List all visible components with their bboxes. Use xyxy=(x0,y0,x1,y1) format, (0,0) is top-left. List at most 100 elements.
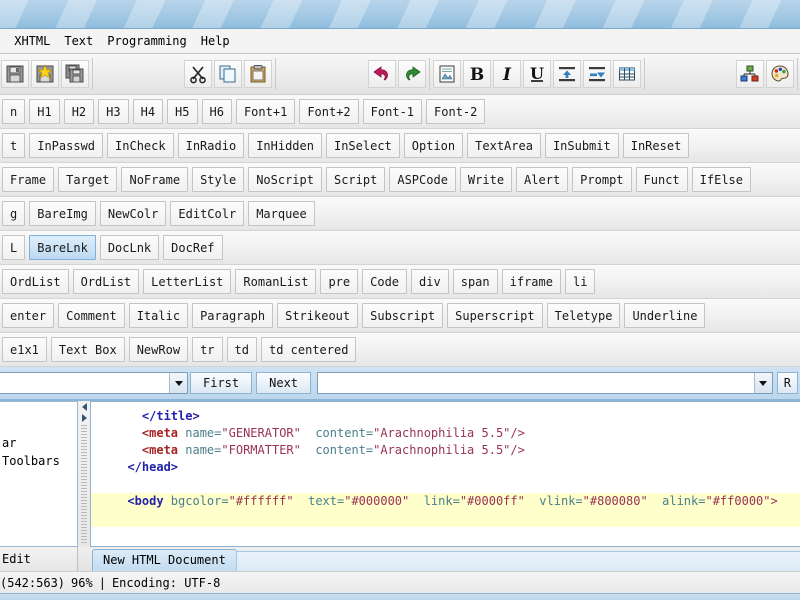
code-line[interactable] xyxy=(91,510,800,527)
replace-button[interactable]: R xyxy=(776,372,798,394)
toolbar-button-inreset[interactable]: InReset xyxy=(622,133,690,158)
toolbar-button-strikeout[interactable]: Strikeout xyxy=(277,303,359,328)
insert-image-button[interactable] xyxy=(432,60,461,88)
toolbar-button-div[interactable]: div xyxy=(411,269,449,294)
toolbar-button-bareimg[interactable]: BareImg xyxy=(29,201,96,226)
code-line[interactable]: </head> xyxy=(91,459,800,476)
copy-button[interactable] xyxy=(214,60,243,88)
toolbar-button-h1[interactable]: H1 xyxy=(29,99,60,124)
replace-input[interactable] xyxy=(318,373,754,393)
toolbar-button-h3[interactable]: H3 xyxy=(98,99,129,124)
menu-xhtml[interactable]: XHTML xyxy=(7,31,57,51)
toolbar-button-write[interactable]: Write xyxy=(459,167,513,192)
toolbar-button-text-box[interactable]: Text Box xyxy=(50,337,125,362)
toolbar-button-span[interactable]: span xyxy=(452,269,498,294)
code-line[interactable]: <meta name="GENERATOR" content="Arachnop… xyxy=(91,425,800,442)
find-next-button[interactable]: Next xyxy=(256,372,312,394)
save-button[interactable] xyxy=(1,60,29,88)
toolbar-button-li[interactable]: li xyxy=(564,269,596,294)
toolbar-button-script[interactable]: Script xyxy=(325,167,386,192)
toolbar-button-h6[interactable]: H6 xyxy=(201,99,232,124)
toolbar-button-newrow[interactable]: NewRow xyxy=(128,337,189,362)
search-combo-arrow[interactable] xyxy=(169,373,187,393)
splitter-arrows[interactable] xyxy=(81,403,87,422)
toolbar-button-inpasswd[interactable]: InPasswd xyxy=(29,133,104,158)
toolbar-button-ordlist[interactable]: OrdList xyxy=(72,269,140,294)
toolbar-button-font-2[interactable]: Font+2 xyxy=(299,99,359,124)
outdent-button[interactable] xyxy=(582,60,611,88)
toolbar-button-inhidden[interactable]: InHidden xyxy=(248,133,322,158)
toolbar-button-n[interactable]: n xyxy=(2,99,26,124)
color-palette-button[interactable] xyxy=(765,60,794,88)
paste-button[interactable] xyxy=(244,60,273,88)
save-all-button[interactable] xyxy=(61,60,89,88)
toolbar-button-superscript[interactable]: Superscript xyxy=(447,303,543,328)
menu-tools-clipped[interactable]: s xyxy=(0,31,7,51)
document-tab[interactable]: New HTML Document xyxy=(92,549,237,571)
toolbar-button-font-1[interactable]: Font+1 xyxy=(235,99,296,124)
toolbar-button-h2[interactable]: H2 xyxy=(63,99,95,124)
toolbar-button-paragraph[interactable]: Paragraph xyxy=(192,303,274,328)
toolbar-button-iframe[interactable]: iframe xyxy=(501,269,561,294)
toolbar-button-td-centered[interactable]: td centered xyxy=(260,337,357,362)
toolbar-button-ifelse[interactable]: IfElse xyxy=(691,167,752,192)
replace-combo-arrow[interactable] xyxy=(753,373,772,393)
toolbar-button-font-2[interactable]: Font-2 xyxy=(426,99,486,124)
side-panel-item[interactable]: Toolbars xyxy=(0,452,77,470)
toolbar-button-aspcode[interactable]: ASPCode xyxy=(389,167,456,192)
toolbar-button-h5[interactable]: H5 xyxy=(167,99,198,124)
sitemap-button[interactable] xyxy=(735,60,764,88)
menu-help[interactable]: Help xyxy=(194,31,237,51)
toolbar-button-g[interactable]: g xyxy=(2,201,26,226)
toolbar-button-comment[interactable]: Comment xyxy=(58,303,125,328)
toolbar-button-e1x1[interactable]: e1x1 xyxy=(2,337,47,362)
save-as-button[interactable] xyxy=(31,60,59,88)
toolbar-button-textarea[interactable]: TextArea xyxy=(467,133,541,158)
toolbar-button-target[interactable]: Target xyxy=(58,167,118,192)
toolbar-button-l[interactable]: L xyxy=(2,235,26,260)
toolbar-button-enter[interactable]: enter xyxy=(2,303,55,328)
toolbar-button-style[interactable]: Style xyxy=(192,167,245,192)
search-combo[interactable] xyxy=(0,372,188,394)
undo-button[interactable] xyxy=(367,60,396,88)
menu-programming[interactable]: Programming xyxy=(100,31,193,51)
toolbar-button-code[interactable]: Code xyxy=(362,269,408,294)
code-line[interactable] xyxy=(91,476,800,493)
toolbar-button-t[interactable]: t xyxy=(2,133,26,158)
code-line[interactable]: <meta name="FORMATTER" content="Arachnop… xyxy=(91,442,800,459)
code-editor[interactable]: </title> <meta name="GENERATOR" content=… xyxy=(90,401,800,547)
toolbar-button-editcolr[interactable]: EditColr xyxy=(170,201,245,226)
toolbar-button-h4[interactable]: H4 xyxy=(132,99,164,124)
toolbar-button-teletype[interactable]: Teletype xyxy=(546,303,621,328)
toolbar-button-italic[interactable]: Italic xyxy=(128,303,189,328)
toolbar-button-newcolr[interactable]: NewColr xyxy=(99,201,167,226)
toolbar-button-subscript[interactable]: Subscript xyxy=(362,303,444,328)
splitter-grip[interactable] xyxy=(81,425,87,543)
panel-splitter[interactable] xyxy=(78,401,90,547)
toolbar-button-insubmit[interactable]: InSubmit xyxy=(544,133,619,158)
toolbar-button-letterlist[interactable]: LetterList xyxy=(143,269,232,294)
toolbar-button-doclnk[interactable]: DocLnk xyxy=(99,235,160,260)
underline-button[interactable]: U xyxy=(522,60,551,88)
toolbar-button-noscript[interactable]: NoScript xyxy=(248,167,322,192)
menu-text[interactable]: Text xyxy=(57,31,100,51)
code-text[interactable]: </title> <meta name="GENERATOR" content=… xyxy=(91,402,800,527)
table-button[interactable] xyxy=(612,60,641,88)
toolbar-button-inselect[interactable]: InSelect xyxy=(325,133,400,158)
toolbar-button-noframe[interactable]: NoFrame xyxy=(121,167,189,192)
redo-button[interactable] xyxy=(397,60,426,88)
toolbar-button-font-1[interactable]: Font-1 xyxy=(362,99,423,124)
cut-button[interactable] xyxy=(184,60,213,88)
toolbar-button-incheck[interactable]: InCheck xyxy=(107,133,174,158)
toolbar-button-pre[interactable]: pre xyxy=(320,269,359,294)
code-line[interactable]: <body bgcolor="#ffffff" text="#000000" l… xyxy=(91,493,800,510)
toolbar-button-underline[interactable]: Underline xyxy=(624,303,706,328)
find-first-button[interactable]: First xyxy=(190,372,253,394)
collapse-left-icon[interactable] xyxy=(81,403,87,411)
toolbar-button-barelnk[interactable]: BareLnk xyxy=(29,235,96,260)
code-line[interactable]: </title> xyxy=(91,408,800,425)
toolbar-button-docref[interactable]: DocRef xyxy=(163,235,223,260)
toolbar-button-alert[interactable]: Alert xyxy=(516,167,569,192)
toolbar-button-inradio[interactable]: InRadio xyxy=(177,133,245,158)
toolbar-button-romanlist[interactable]: RomanList xyxy=(235,269,317,294)
